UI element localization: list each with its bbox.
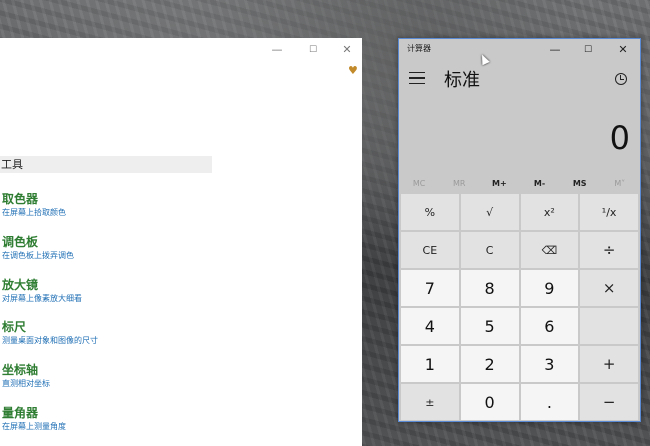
maximize-button[interactable]: ☐ xyxy=(577,41,599,59)
digit-2-button[interactable]: 2 xyxy=(460,346,519,382)
tool-title: 坐标轴 xyxy=(2,363,39,377)
tool-description: 直测相对坐标 xyxy=(2,379,50,388)
digit-7-button[interactable]: 7 xyxy=(401,270,459,306)
keypad: % √ x² ¹/x CE C ⌫ ÷ 7 8 9 × 4 5 6 1 2 3 + ±0. − xyxy=(401,194,638,420)
blank-key-button[interactable] xyxy=(580,308,638,344)
tools-section-header: 工具 xyxy=(0,156,212,173)
tool-item-palette[interactable]: 调色板 在调色板上拨弄调色 xyxy=(2,234,202,262)
tool-title: 调色板 xyxy=(2,235,39,249)
memory-row: MC MR M+ M- MS M˅ xyxy=(399,175,640,191)
tool-description: 在屏幕上拾取颜色 xyxy=(2,208,66,217)
tool-item-protractor[interactable]: 量角器 在屏幕上测量角度 xyxy=(2,405,202,433)
close-button[interactable]: ✕ xyxy=(612,41,634,59)
calculator-titlebar[interactable]: 计算器 — ☐ ✕ xyxy=(399,39,640,61)
digit-1-button[interactable]: 1 xyxy=(401,346,459,382)
negate-button[interactable]: ± xyxy=(401,384,459,420)
clear-entry-button[interactable]: CE xyxy=(401,232,459,268)
app-title: 计算器 xyxy=(407,44,431,53)
mode-title: 标准 xyxy=(444,70,480,91)
hamburger-menu-icon[interactable] xyxy=(409,72,425,84)
tool-item-ruler[interactable]: 标尺 测量桌面对象和图像的尺寸 xyxy=(2,319,202,347)
tools-window: — ☐ ✕ ♥ 工具 取色器 在屏幕上拾取颜色 调色板 在调色板上拨弄调色 放大… xyxy=(0,38,362,446)
tool-description: 在屏幕上测量角度 xyxy=(2,422,66,431)
tool-description: 对屏幕上像素放大细看 xyxy=(2,294,82,303)
memory-button[interactable]: M- xyxy=(522,179,558,188)
sqrt-button[interactable]: √ xyxy=(460,194,519,230)
tools-titlebar[interactable]: — ☐ ✕ xyxy=(0,38,362,62)
digit-0-button[interactable]: 0 xyxy=(460,384,519,420)
close-button[interactable]: ✕ xyxy=(337,41,357,59)
digit-9-button[interactable]: 9 xyxy=(520,270,579,306)
reciprocal-button[interactable]: ¹/x xyxy=(580,194,638,230)
result-display: 0 xyxy=(609,119,630,157)
add-button[interactable]: + xyxy=(580,346,638,382)
clear-button[interactable]: C xyxy=(460,232,519,268)
memory-button[interactable]: M˅ xyxy=(602,179,638,188)
memory-button[interactable]: MR xyxy=(441,179,477,188)
backspace-button[interactable]: ⌫ xyxy=(520,232,579,268)
digit-5-button[interactable]: 5 xyxy=(460,308,519,344)
heart-icon[interactable]: ♥ xyxy=(348,64,358,77)
digit-4-button[interactable]: 4 xyxy=(401,308,459,344)
history-icon[interactable] xyxy=(615,73,627,85)
square-button[interactable]: x² xyxy=(520,194,579,230)
divide-button[interactable]: ÷ xyxy=(580,232,638,268)
maximize-button[interactable]: ☐ xyxy=(303,41,323,59)
memory-button[interactable]: MS xyxy=(562,179,598,188)
tool-item-axis[interactable]: 坐标轴 直测相对坐标 xyxy=(2,362,202,390)
tool-title: 放大镜 xyxy=(2,278,39,292)
tool-item-magnifier[interactable]: 放大镜 对屏幕上像素放大细看 xyxy=(2,277,202,305)
subtract-button[interactable]: − xyxy=(580,384,638,420)
memory-button[interactable]: M+ xyxy=(481,179,517,188)
digit-8-button[interactable]: 8 xyxy=(460,270,519,306)
minimize-button[interactable]: — xyxy=(544,41,566,59)
tool-title: 取色器 xyxy=(2,192,39,206)
tool-description: 在调色板上拨弄调色 xyxy=(2,251,74,260)
digit-6-button[interactable]: 6 xyxy=(520,308,579,344)
multiply-button[interactable]: × xyxy=(580,270,638,306)
percent-button[interactable]: % xyxy=(401,194,459,230)
tool-title: 标尺 xyxy=(2,320,27,334)
minimize-button[interactable]: — xyxy=(267,41,287,59)
memory-button[interactable]: MC xyxy=(401,179,437,188)
tool-description: 测量桌面对象和图像的尺寸 xyxy=(2,336,98,345)
tool-title: 量角器 xyxy=(2,406,39,420)
calculator-window: 计算器 — ☐ ✕ 标准 0 MC MR M+ M- MS M˅ % √ x² ¹/x CE C ⌫ ÷… xyxy=(398,38,641,422)
decimal-button[interactable]: . xyxy=(520,384,579,420)
tool-item-color-picker[interactable]: 取色器 在屏幕上拾取颜色 xyxy=(2,191,202,219)
digit-3-button[interactable]: 3 xyxy=(520,346,579,382)
